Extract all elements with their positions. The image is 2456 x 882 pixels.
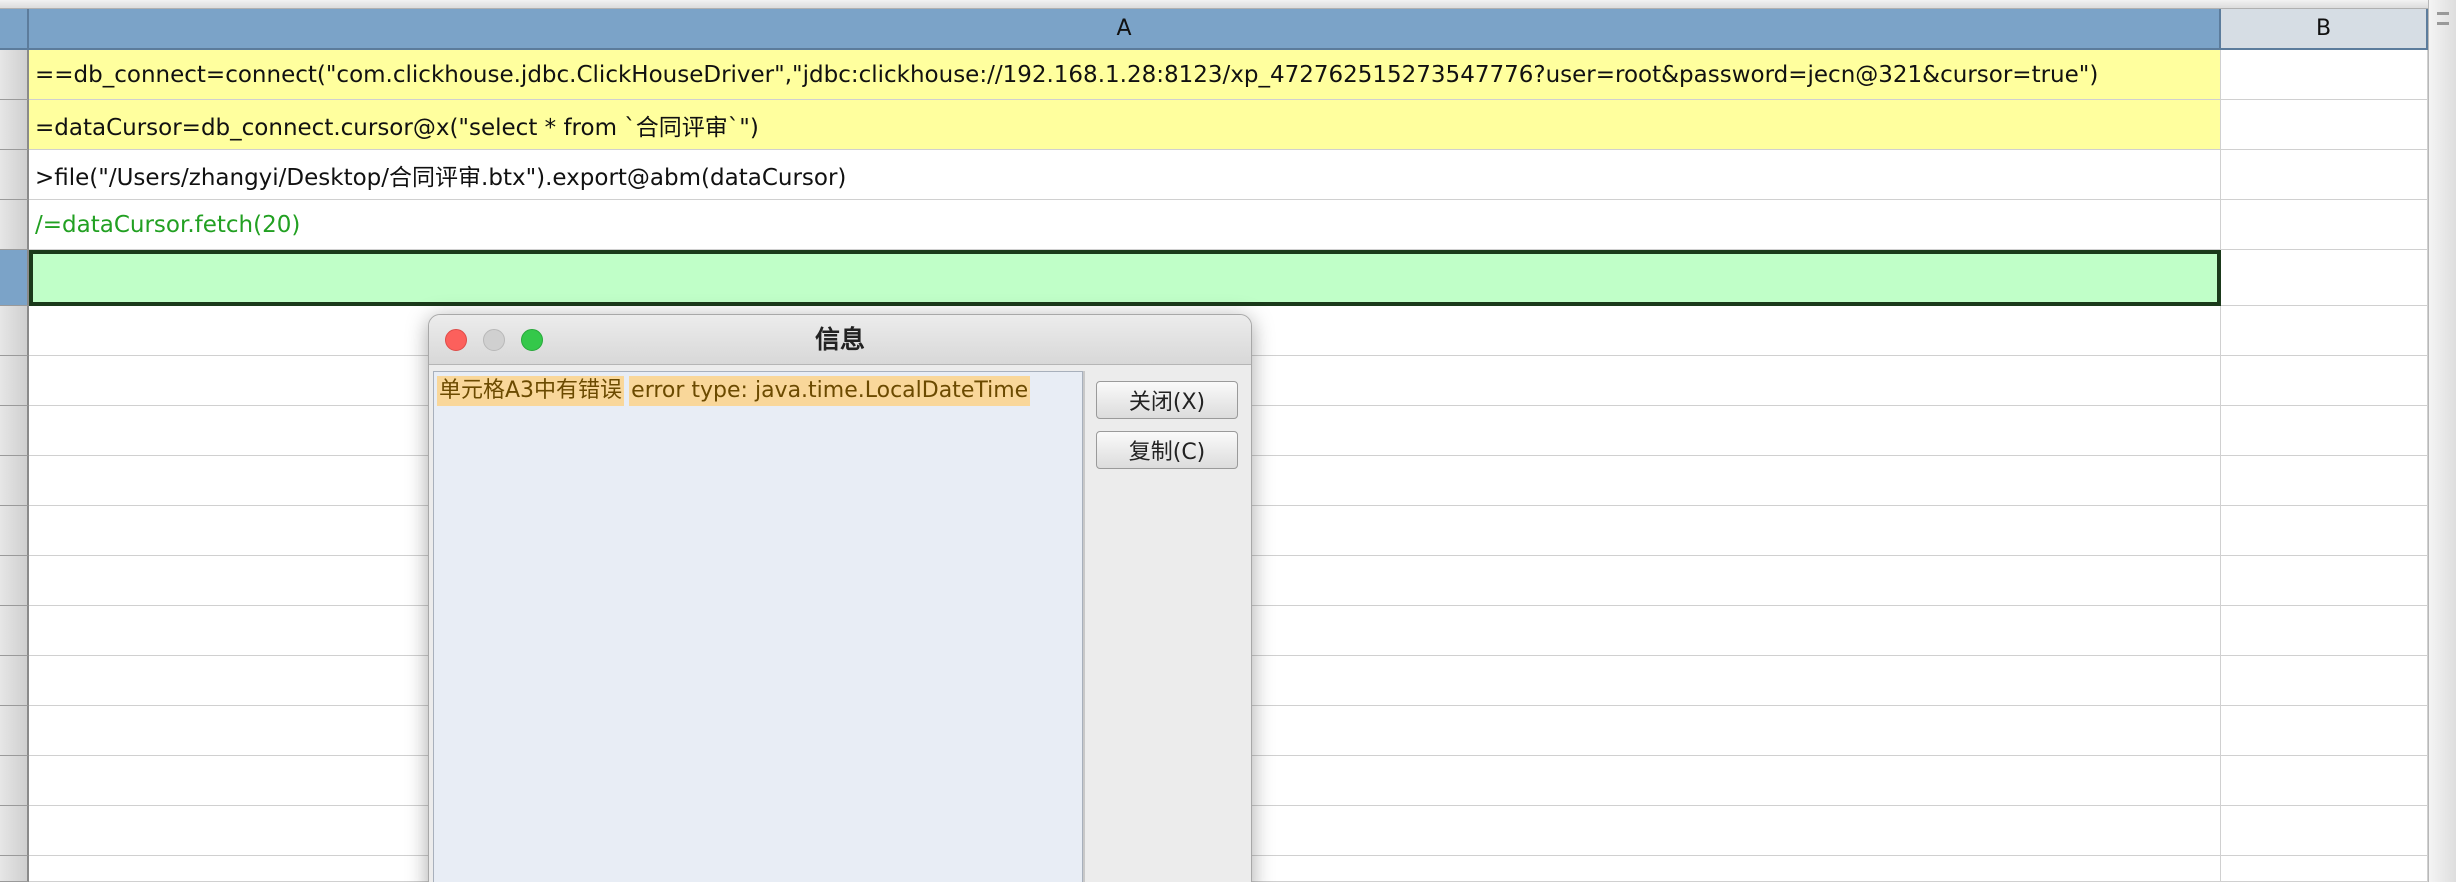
cell-b3[interactable] [2221, 150, 2428, 200]
cell-b8[interactable] [2221, 406, 2428, 456]
cell-b5[interactable] [2221, 250, 2428, 306]
cell-b4[interactable] [2221, 200, 2428, 250]
row-header-10[interactable] [0, 506, 29, 556]
row-header-7[interactable] [0, 356, 29, 406]
row-header-2[interactable] [0, 100, 29, 150]
cell-b11[interactable] [2221, 556, 2428, 606]
cell-b9[interactable] [2221, 456, 2428, 506]
error-message-line-2: error type: java.time.LocalDateTime [629, 376, 1031, 406]
cell-b13[interactable] [2221, 656, 2428, 706]
cell-b7[interactable] [2221, 356, 2428, 406]
cell-b1[interactable] [2221, 50, 2428, 100]
row-header-5[interactable] [0, 250, 29, 306]
row-header-1[interactable] [0, 50, 29, 100]
cell-b14[interactable] [2221, 706, 2428, 756]
cell-a4[interactable]: /=dataCursor.fetch(20) [29, 200, 2221, 250]
vertical-scrollbar[interactable] [2428, 0, 2456, 882]
error-message-line-1: 单元格A3中有错误 [437, 376, 625, 406]
close-button[interactable]: 关闭(X) [1096, 381, 1238, 419]
row-header-15[interactable] [0, 756, 29, 806]
cell-b15[interactable] [2221, 756, 2428, 806]
cell-b6[interactable] [2221, 306, 2428, 356]
scroll-grip-icon [2437, 12, 2449, 15]
cell-a5-active[interactable] [29, 250, 2221, 306]
scroll-grip-icon [2437, 22, 2449, 25]
spreadsheet-app: A B ==db_connect=connect("com.clickhouse… [0, 0, 2456, 882]
row-header-12[interactable] [0, 606, 29, 656]
row-header-4[interactable] [0, 200, 29, 250]
row-2: =dataCursor=db_connect.cursor@x("select … [29, 100, 2428, 150]
row-header-6[interactable] [0, 306, 29, 356]
row-header-9[interactable] [0, 456, 29, 506]
cell-a2[interactable]: =dataCursor=db_connect.cursor@x("select … [29, 100, 2221, 150]
row-header-14[interactable] [0, 706, 29, 756]
row-4: /=dataCursor.fetch(20) [29, 200, 2428, 250]
row-header-11[interactable] [0, 556, 29, 606]
cell-b17[interactable] [2221, 856, 2428, 882]
row-1: ==db_connect=connect("com.clickhouse.jdb… [29, 50, 2428, 100]
cell-b10[interactable] [2221, 506, 2428, 556]
column-header-a[interactable]: A [29, 9, 2221, 50]
row-5 [29, 250, 2428, 306]
row-header-8[interactable] [0, 406, 29, 456]
cell-b2[interactable] [2221, 100, 2428, 150]
toolbar-strip [0, 0, 2456, 9]
column-header-b[interactable]: B [2221, 9, 2428, 50]
info-dialog: 信息 单元格A3中有错误 error type: java.time.Local… [428, 314, 1252, 882]
row-header-17[interactable] [0, 856, 29, 882]
cell-a1[interactable]: ==db_connect=connect("com.clickhouse.jdb… [29, 50, 2221, 100]
select-all-corner[interactable] [0, 9, 29, 50]
copy-button[interactable]: 复制(C) [1096, 431, 1238, 469]
cell-b12[interactable] [2221, 606, 2428, 656]
row-header-3[interactable] [0, 150, 29, 200]
cell-b16[interactable] [2221, 806, 2428, 856]
message-panel[interactable]: 单元格A3中有错误 error type: java.time.LocalDat… [433, 371, 1083, 882]
dialog-title: 信息 [814, 325, 865, 354]
row-header-16[interactable] [0, 806, 29, 856]
row-3: >file("/Users/zhangyi/Desktop/合同评审.btx")… [29, 150, 2428, 200]
row-header-13[interactable] [0, 656, 29, 706]
panel-divider [1083, 371, 1085, 882]
cell-a3[interactable]: >file("/Users/zhangyi/Desktop/合同评审.btx")… [29, 150, 2221, 200]
